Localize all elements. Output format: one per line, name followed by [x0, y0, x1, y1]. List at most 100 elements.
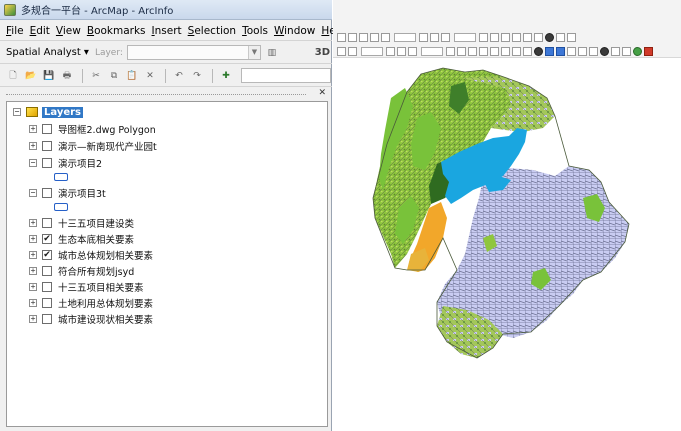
layer-label[interactable]: 演示项目2: [58, 156, 102, 170]
layer-visibility-checkbox[interactable]: [42, 266, 52, 276]
layer-visibility-checkbox[interactable]: [42, 218, 52, 228]
expand-icon[interactable]: +: [29, 235, 37, 243]
menu-selection[interactable]: Selection: [188, 25, 236, 37]
layer-visibility-checkbox-checked[interactable]: ✔: [42, 250, 52, 260]
paste-icon[interactable]: 📋: [125, 69, 139, 83]
layer-visibility-checkbox[interactable]: [42, 158, 52, 168]
layer-symbol-swatch[interactable]: [54, 203, 68, 211]
expand-icon[interactable]: +: [29, 125, 37, 133]
expand-icon[interactable]: +: [29, 251, 37, 259]
collapse-icon[interactable]: −: [13, 108, 21, 116]
collapse-icon[interactable]: −: [29, 159, 37, 167]
toolbar-icon[interactable]: [408, 46, 417, 56]
pan-icon[interactable]: [512, 46, 521, 56]
forward-extent-icon[interactable]: [556, 46, 565, 56]
menu-file[interactable]: File: [6, 25, 24, 37]
expand-icon[interactable]: +: [29, 299, 37, 307]
layer-visibility-checkbox[interactable]: [42, 282, 52, 292]
toolbar-field[interactable]: [394, 32, 416, 42]
layer-label[interactable]: 演示—新南现代产业园t: [58, 139, 157, 153]
undo-icon[interactable]: ↶: [172, 69, 186, 83]
toolbar-field[interactable]: [454, 32, 476, 42]
menu-edit[interactable]: Edit: [30, 25, 50, 37]
delete-icon[interactable]: ✕: [143, 69, 157, 83]
full-extent-icon[interactable]: [534, 46, 543, 56]
menu-tools[interactable]: Tools: [242, 25, 268, 37]
toolbar-icon[interactable]: [386, 46, 395, 56]
layer-label[interactable]: 演示项目3t: [58, 186, 106, 200]
histogram-icon[interactable]: ▥: [265, 46, 279, 60]
toolbar-icon[interactable]: [348, 32, 357, 42]
redo-icon[interactable]: ↷: [190, 69, 204, 83]
layer-visibility-checkbox-checked[interactable]: ✔: [42, 234, 52, 244]
toolbar-icon[interactable]: [430, 32, 439, 42]
toolbar-icon[interactable]: [622, 46, 631, 56]
toc-root-layers[interactable]: − Layers: [13, 105, 83, 119]
expand-icon[interactable]: +: [29, 267, 37, 275]
cut-icon[interactable]: ✂: [89, 69, 103, 83]
select-icon[interactable]: [578, 46, 587, 56]
layer-visibility-checkbox[interactable]: [42, 124, 52, 134]
toolbar-icon[interactable]: [512, 32, 521, 42]
toolbar-icon[interactable]: [337, 46, 346, 56]
zoom-in-icon[interactable]: [490, 46, 499, 56]
menu-bookmarks[interactable]: Bookmarks: [87, 25, 146, 37]
print-icon[interactable]: 🖶: [60, 69, 74, 83]
toolbar-icon[interactable]: [381, 32, 390, 42]
layer-symbol-swatch[interactable]: [54, 173, 68, 181]
map-display[interactable]: [333, 0, 681, 431]
menu-view[interactable]: View: [56, 25, 81, 37]
layer-visibility-checkbox[interactable]: [42, 141, 52, 151]
toc-root-label[interactable]: Layers: [42, 106, 83, 118]
layer-label[interactable]: 符合所有规划jsyd: [58, 264, 134, 278]
toolbar-icon[interactable]: [419, 32, 428, 42]
toolbar-icon[interactable]: [337, 32, 346, 42]
toolbar-icon[interactable]: [397, 46, 406, 56]
toolbar-icon[interactable]: [644, 46, 653, 56]
toolbar-icon[interactable]: [501, 32, 510, 42]
expand-icon[interactable]: +: [29, 315, 37, 323]
toolbar-icon[interactable]: [567, 32, 576, 42]
map-scale-input[interactable]: [241, 68, 331, 83]
toc-layer[interactable]: + 演示—新南现代产业园t: [29, 139, 157, 153]
toolbar-icon[interactable]: [567, 46, 576, 56]
menu-insert[interactable]: Insert: [152, 25, 182, 37]
identify-icon[interactable]: [600, 46, 609, 56]
toolbar-icon[interactable]: [348, 46, 357, 56]
toolbar-field[interactable]: [361, 46, 383, 56]
layer-visibility-checkbox[interactable]: [42, 298, 52, 308]
toolbar-icon[interactable]: [633, 46, 642, 56]
toolbar-icon[interactable]: [370, 32, 379, 42]
collapse-icon[interactable]: −: [29, 189, 37, 197]
toc-layer[interactable]: + 符合所有规划jsyd: [29, 264, 134, 278]
toc-drag-grip[interactable]: [6, 94, 306, 96]
toolbar-icon[interactable]: [534, 32, 543, 42]
toc-layer[interactable]: + 导图框2.dwg Polygon: [29, 122, 156, 136]
globe-icon[interactable]: [545, 32, 554, 42]
menu-window[interactable]: Window: [274, 25, 315, 37]
layer-label[interactable]: 城市总体规划相关要素: [58, 248, 153, 262]
copy-icon[interactable]: ⧉: [107, 69, 121, 83]
close-icon[interactable]: ✕: [318, 88, 326, 98]
toc-layer[interactable]: + 城市建设现状相关要素: [29, 312, 153, 326]
layer-label[interactable]: 十三五项目相关要素: [58, 280, 144, 294]
expand-icon[interactable]: +: [29, 219, 37, 227]
toolbar-icon[interactable]: [479, 32, 488, 42]
toolbar-field[interactable]: [421, 46, 443, 56]
find-icon[interactable]: [611, 46, 620, 56]
toolbar-icon[interactable]: [457, 46, 466, 56]
layer-visibility-checkbox[interactable]: [42, 314, 52, 324]
toolbar-icon[interactable]: [490, 32, 499, 42]
3d-analyst-button[interactable]: 3D: [315, 47, 330, 58]
toc-layer[interactable]: + 土地利用总体规划要素: [29, 296, 153, 310]
layer-label[interactable]: 土地利用总体规划要素: [58, 296, 153, 310]
save-icon[interactable]: 💾: [42, 69, 56, 83]
toc-layer[interactable]: + 十三五项目建设类: [29, 216, 134, 230]
layer-label[interactable]: 生态本底相关要素: [58, 232, 134, 246]
toolbar-icon[interactable]: [556, 32, 565, 42]
map-canvas[interactable]: [333, 58, 681, 431]
print-icon[interactable]: [468, 46, 477, 56]
open-folder-icon[interactable]: 📂: [24, 69, 38, 83]
toc-layer[interactable]: + ✔ 生态本底相关要素: [29, 232, 134, 246]
layer-label[interactable]: 十三五项目建设类: [58, 216, 134, 230]
